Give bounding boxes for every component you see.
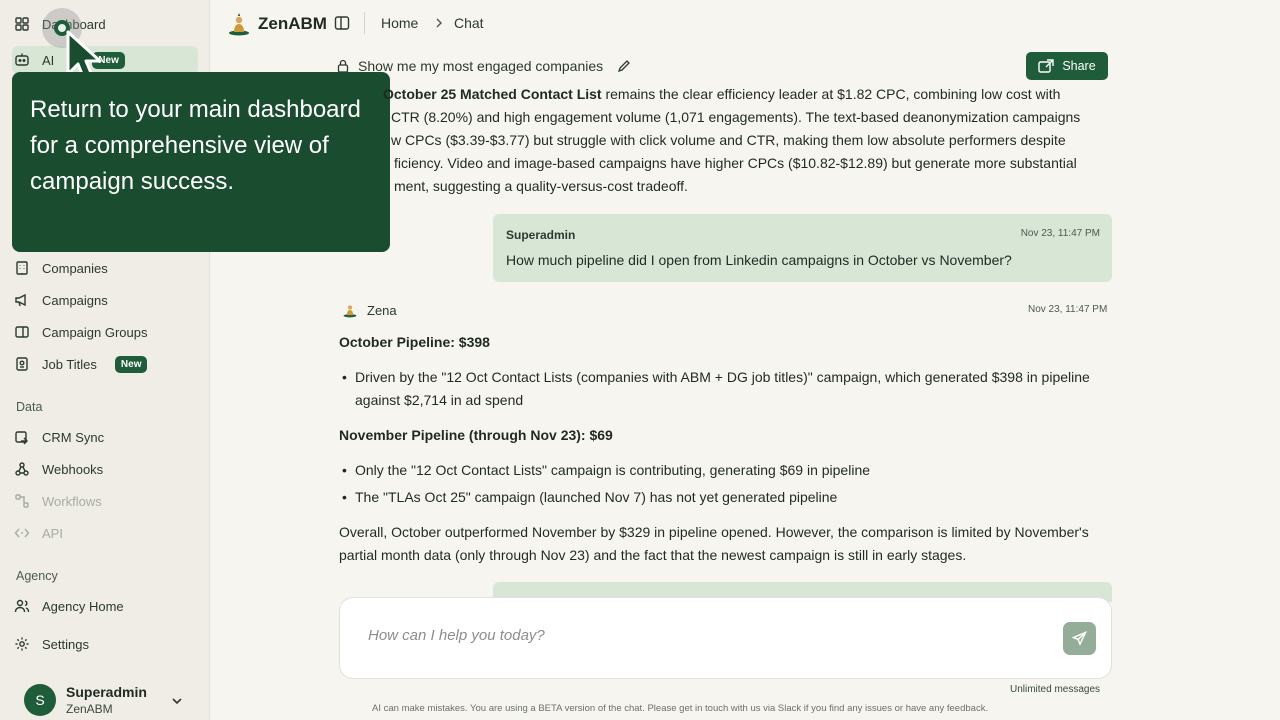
list-item: The "TLAs Oct 25" campaign (launched Nov… bbox=[342, 486, 1102, 509]
zenabm-logo-icon bbox=[229, 13, 249, 36]
chevron-down-icon[interactable] bbox=[170, 694, 184, 708]
grid-icon bbox=[15, 17, 29, 31]
folder-icon bbox=[15, 326, 29, 338]
workflow-icon bbox=[15, 494, 29, 508]
message-text: How much pipeline did I open from Linked… bbox=[506, 252, 1012, 268]
gear-icon bbox=[15, 637, 29, 651]
send-button[interactable] bbox=[1063, 622, 1096, 655]
sidebar-item-label: Campaigns bbox=[42, 292, 108, 308]
intro-line-5: ment, suggesting a quality-versus-cost t… bbox=[394, 178, 688, 194]
send-icon bbox=[1072, 631, 1087, 646]
top-header: ZenABM Home Chat bbox=[210, 0, 1280, 48]
intro-line-3: w CPCs ($3.39-$3.77) but struggle with c… bbox=[391, 132, 1066, 148]
avatar: S bbox=[24, 684, 56, 716]
message-limit: Unlimited messages bbox=[1010, 684, 1101, 695]
breadcrumb-chat: Chat bbox=[454, 15, 484, 31]
sidebar-item-label: Webhooks bbox=[42, 461, 104, 477]
sidebar-item-agency-home[interactable]: Agency Home bbox=[14, 592, 124, 620]
chat-input[interactable] bbox=[368, 624, 1048, 646]
intro-line-4: ficiency. Video and image-based campaign… bbox=[394, 155, 1077, 171]
intro-line-1: October 25 Matched Contact List remains … bbox=[383, 83, 1103, 106]
onboarding-tooltip: Return to your main dashboard for a comp… bbox=[12, 72, 390, 252]
share-button[interactable]: Share bbox=[1026, 52, 1108, 80]
sidebar-item-workflows[interactable]: Workflows bbox=[14, 487, 102, 515]
chat-title-row: Show me my most engaged companies bbox=[336, 58, 631, 74]
edit-icon[interactable] bbox=[617, 59, 631, 73]
new-badge: New bbox=[114, 355, 148, 373]
section-label-data: Data bbox=[16, 400, 43, 414]
sidebar-item-webhooks[interactable]: Webhooks bbox=[14, 455, 103, 483]
message-timestamp: Nov 23, 11:47 PM bbox=[1020, 228, 1100, 239]
user-name: Superadmin bbox=[66, 684, 147, 700]
sidebar-item-label: Campaign Groups bbox=[42, 324, 148, 340]
breadcrumb-home[interactable]: Home bbox=[381, 15, 418, 31]
user-org: ZenABM bbox=[66, 702, 113, 716]
share-icon bbox=[1038, 59, 1055, 73]
sidebar-item-api[interactable]: API bbox=[14, 519, 63, 547]
sidebar-item-label: CRM Sync bbox=[42, 429, 105, 445]
list-item: Driven by the "12 Oct Contact Lists (com… bbox=[342, 366, 1102, 412]
disclaimer: AI can make mistakes. You are using a BE… bbox=[372, 703, 989, 714]
sidebar-item-label: AI bbox=[42, 52, 55, 68]
share-label: Share bbox=[1062, 59, 1096, 73]
sync-icon bbox=[15, 431, 28, 445]
sidebar-item-campaigns[interactable]: Campaigns bbox=[14, 286, 108, 314]
id-badge-icon bbox=[16, 357, 28, 371]
zena-avatar-icon bbox=[343, 305, 357, 318]
section-label-agency: Agency bbox=[16, 569, 58, 583]
chat-title: Show me my most engaged companies bbox=[358, 58, 604, 74]
sidebar-item-settings[interactable]: Settings bbox=[14, 630, 89, 658]
sidebar-item-label: API bbox=[42, 525, 63, 541]
november-pipeline-heading: November Pipeline (through Nov 23): $69 bbox=[339, 427, 613, 443]
chat-input-box bbox=[339, 597, 1112, 679]
megaphone-icon bbox=[15, 293, 26, 307]
user-menu[interactable]: S Superadmin ZenABM bbox=[24, 684, 147, 716]
intro-text: remains the clear efficiency leader at $… bbox=[601, 86, 1061, 102]
message-author: Zena bbox=[367, 302, 397, 318]
chevron-right-icon bbox=[436, 18, 442, 28]
header-divider bbox=[364, 12, 365, 34]
bot-icon bbox=[15, 53, 29, 66]
sidebar-item-label: Companies bbox=[42, 260, 108, 276]
sidebar-item-label: Agency Home bbox=[42, 598, 124, 614]
sidebar-item-campaign-groups[interactable]: Campaign Groups bbox=[14, 318, 148, 346]
code-icon bbox=[14, 528, 30, 538]
bot-message-header: Zena bbox=[343, 302, 397, 318]
lock-icon bbox=[337, 59, 349, 73]
sidebar-item-label: Settings bbox=[42, 636, 89, 652]
intro-bold: October 25 Matched Contact List bbox=[383, 86, 602, 102]
message-timestamp: Nov 23, 11:47 PM bbox=[1028, 304, 1108, 315]
sidebar-item-label: Job Titles bbox=[42, 356, 97, 372]
webhook-icon bbox=[15, 462, 29, 476]
sidebar-item-companies[interactable]: Companies bbox=[14, 254, 108, 282]
list-item: Only the "12 Oct Contact Lists" campaign… bbox=[342, 459, 1102, 482]
summary-text: Overall, October outperformed November b… bbox=[339, 524, 1089, 563]
building-icon bbox=[16, 261, 28, 275]
sidebar-toggle-icon[interactable] bbox=[334, 15, 350, 31]
intro-line-2: CTR (8.20%) and high engagement volume (… bbox=[391, 109, 1081, 125]
sidebar-item-crm-sync[interactable]: CRM Sync bbox=[14, 423, 104, 451]
sidebar-item-label: Workflows bbox=[42, 493, 102, 509]
october-pipeline-heading: October Pipeline: $398 bbox=[339, 334, 490, 350]
sidebar-item-job-titles[interactable]: Job Titles New bbox=[14, 350, 148, 378]
users-icon bbox=[14, 599, 30, 613]
user-message-bubble: Superadmin Nov 23, 11:47 PM How much pip… bbox=[493, 214, 1112, 282]
brand-name: ZenABM bbox=[258, 14, 327, 33]
message-author: Superadmin bbox=[506, 228, 576, 242]
